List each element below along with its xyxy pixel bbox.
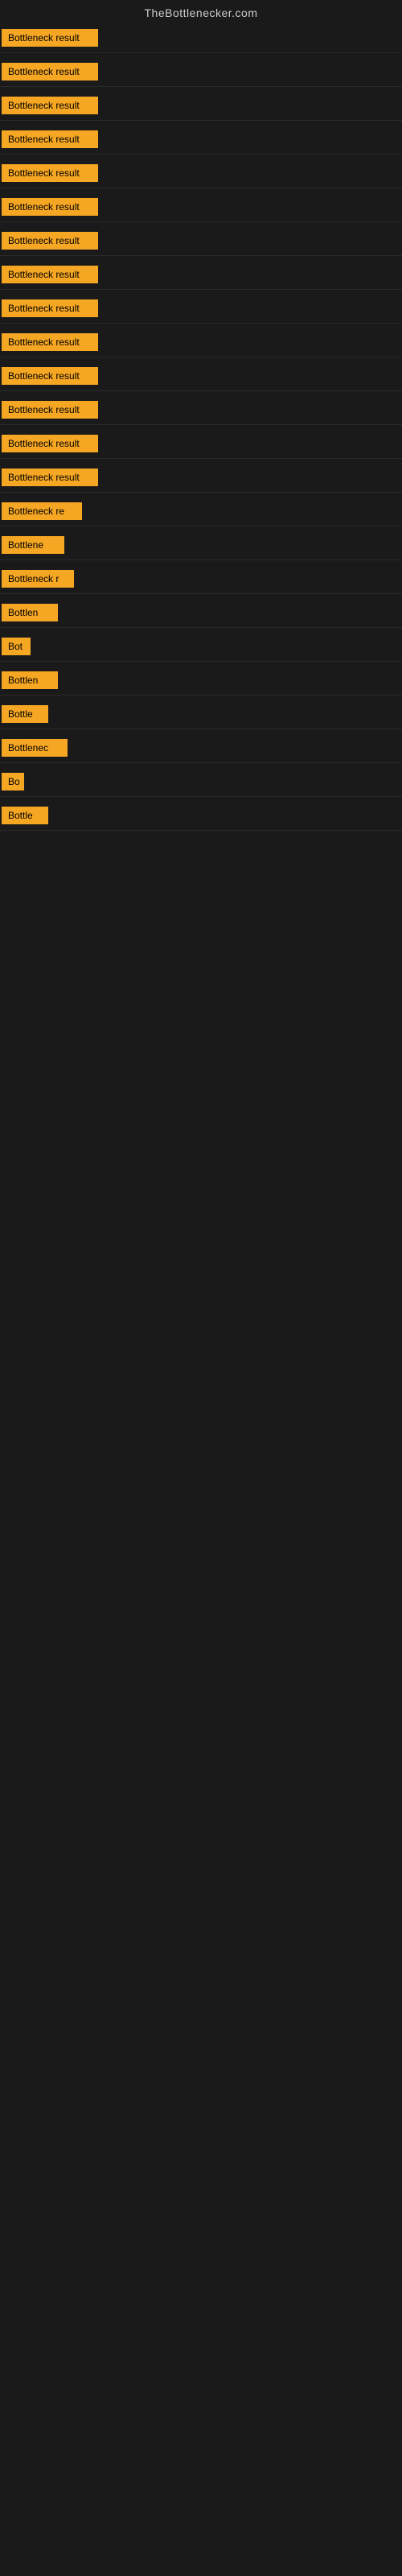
list-item: Bo <box>0 766 402 797</box>
bottleneck-badge[interactable]: Bottleneck result <box>2 299 98 317</box>
bottleneck-badge[interactable]: Bottlen <box>2 671 58 689</box>
bottleneck-badge[interactable]: Bot <box>2 638 31 655</box>
bottleneck-badge[interactable]: Bottle <box>2 705 48 723</box>
list-item: Bottleneck result <box>0 361 402 391</box>
list-item: Bottleneck result <box>0 158 402 188</box>
bottleneck-badge[interactable]: Bottleneck result <box>2 401 98 419</box>
list-item: Bottleneck result <box>0 462 402 493</box>
bottleneck-list: Bottleneck result Bottleneck result Bottle… <box>0 23 402 831</box>
list-item: Bottleneck result <box>0 259 402 290</box>
bottleneck-badge[interactable]: Bottleneck result <box>2 164 98 182</box>
list-item: Bottleneck re <box>0 496 402 526</box>
list-item: Bottleneck result <box>0 394 402 425</box>
bottleneck-badge[interactable]: Bottlene <box>2 536 64 554</box>
list-item: Bottleneck result <box>0 90 402 121</box>
bottleneck-badge[interactable]: Bottleneck result <box>2 469 98 486</box>
list-item: Bottle <box>0 699 402 729</box>
bottleneck-badge[interactable]: Bottleneck r <box>2 570 74 588</box>
bottleneck-badge[interactable]: Bottleneck result <box>2 367 98 385</box>
bottleneck-badge[interactable]: Bottleneck result <box>2 97 98 114</box>
list-item: Bottleneck result <box>0 124 402 155</box>
bottleneck-badge[interactable]: Bottleneck result <box>2 29 98 47</box>
list-item: Bottlen <box>0 665 402 696</box>
list-item: Bottlen <box>0 597 402 628</box>
site-title: TheBottlenecker.com <box>0 0 402 23</box>
bottleneck-badge[interactable]: Bottleneck result <box>2 266 98 283</box>
bottleneck-badge[interactable]: Bottlenec <box>2 739 68 757</box>
bottleneck-badge[interactable]: Bottle <box>2 807 48 824</box>
bottleneck-badge[interactable]: Bottleneck result <box>2 435 98 452</box>
list-item: Bottleneck result <box>0 225 402 256</box>
list-item: Bot <box>0 631 402 662</box>
bottleneck-badge[interactable]: Bo <box>2 773 24 791</box>
bottleneck-badge[interactable]: Bottleneck result <box>2 63 98 80</box>
bottleneck-badge[interactable]: Bottlen <box>2 604 58 621</box>
list-item: Bottleneck result <box>0 23 402 53</box>
bottleneck-badge[interactable]: Bottleneck result <box>2 198 98 216</box>
list-item: Bottlene <box>0 530 402 560</box>
list-item: Bottleneck result <box>0 428 402 459</box>
bottleneck-badge[interactable]: Bottleneck re <box>2 502 82 520</box>
list-item: Bottleneck result <box>0 293 402 324</box>
list-item: Bottleneck result <box>0 192 402 222</box>
list-item: Bottleneck result <box>0 327 402 357</box>
bottleneck-badge[interactable]: Bottleneck result <box>2 333 98 351</box>
site-header: TheBottlenecker.com <box>0 0 402 23</box>
list-item: Bottlenec <box>0 733 402 763</box>
list-item: Bottle <box>0 800 402 831</box>
bottleneck-badge[interactable]: Bottleneck result <box>2 130 98 148</box>
list-item: Bottleneck result <box>0 56 402 87</box>
list-item: Bottleneck r <box>0 564 402 594</box>
bottleneck-badge[interactable]: Bottleneck result <box>2 232 98 250</box>
